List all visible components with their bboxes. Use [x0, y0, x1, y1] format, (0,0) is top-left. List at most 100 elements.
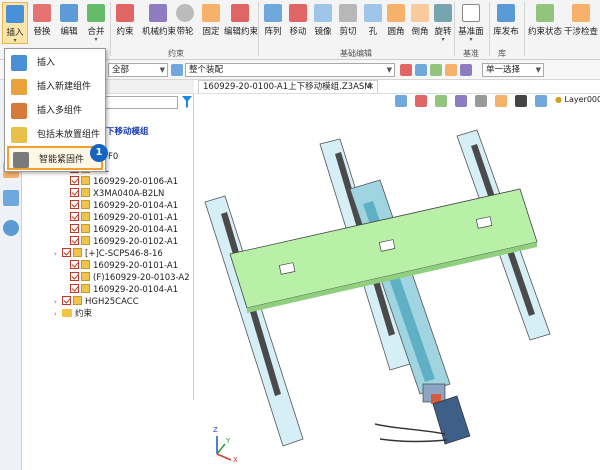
- tree-row[interactable]: 160929-20-0101-A1: [62, 260, 178, 272]
- menu-item-smart-fastener[interactable]: 智能紧固件: [7, 146, 103, 170]
- tree-row-label: 约束: [75, 309, 93, 319]
- rotate-icon: [434, 4, 452, 22]
- group-label-basic-edit: 基础编辑: [340, 49, 372, 58]
- replace-label: 替换: [33, 27, 51, 37]
- tree-row[interactable]: › 约束: [54, 308, 92, 320]
- checkbox-icon[interactable]: [62, 296, 71, 305]
- select-mode-combo[interactable]: 单一选择 ▼: [482, 63, 544, 77]
- menu-item-label: 插入: [37, 58, 56, 68]
- chevron-down-icon: ▾: [441, 36, 445, 43]
- merge-button[interactable]: 合并 ▾: [83, 2, 109, 44]
- cut-button[interactable]: 剪切: [335, 2, 361, 44]
- filter-combo[interactable]: 全部 ▼: [108, 63, 168, 77]
- component-icon: [81, 176, 90, 185]
- checkbox-icon[interactable]: [70, 200, 79, 209]
- checkbox-icon[interactable]: [70, 188, 79, 197]
- menu-item-insert-multiple-components[interactable]: 插入多组件: [7, 99, 103, 123]
- replace-button[interactable]: 替换: [29, 2, 55, 44]
- edge-icon[interactable]: [460, 64, 472, 76]
- datum-plane-button[interactable]: 基准面 ▾: [456, 2, 486, 44]
- replace-icon: [33, 4, 51, 22]
- mirror-icon: [314, 4, 332, 22]
- rotate-button[interactable]: 旋转 ▾: [430, 2, 456, 44]
- filter-icon[interactable]: [182, 96, 192, 108]
- document-tab-title: 160929-20-0100-A1上下移动模组.Z3ASM: [203, 82, 372, 92]
- 3d-viewport[interactable]: ● Layer0000 Z X Y: [195, 93, 600, 470]
- pick-filter-icon[interactable]: [400, 64, 412, 76]
- checkbox-icon[interactable]: [70, 272, 79, 281]
- mirror-button[interactable]: 镜像: [310, 2, 336, 44]
- constraint-status-button[interactable]: 约束状态: [528, 2, 562, 44]
- edit-button[interactable]: 编辑: [56, 2, 82, 44]
- expand-icon[interactable]: ›: [54, 296, 62, 308]
- tree-search-input[interactable]: [100, 96, 178, 109]
- tree-row-label: 160929-20-0104-A1: [93, 225, 179, 235]
- checkbox-icon[interactable]: [70, 176, 79, 185]
- fillet-icon: [387, 4, 405, 22]
- expand-icon[interactable]: ›: [54, 248, 62, 260]
- smart-fastener-icon: [13, 152, 29, 168]
- tree-row-label: 160929-20-0102-A1: [93, 237, 179, 247]
- grid-icon[interactable]: [430, 64, 442, 76]
- close-icon[interactable]: ✕: [367, 81, 374, 93]
- pattern-button[interactable]: 阵列: [260, 2, 286, 44]
- fix-button[interactable]: 固定: [198, 2, 224, 44]
- tree-row-label: [+]C-SCPS46-8-16: [85, 249, 163, 259]
- checkbox-icon[interactable]: [70, 284, 79, 293]
- tree-row-label: (F)160929-20-0103-A2: [93, 273, 190, 283]
- checkbox-icon[interactable]: [70, 236, 79, 245]
- tree-row[interactable]: 160929-20-0104-A1: [62, 284, 178, 296]
- tree-row[interactable]: (F)160929-20-0103-A2: [62, 272, 190, 284]
- component-icon: [73, 296, 82, 305]
- checkbox-icon[interactable]: [70, 212, 79, 221]
- mirror-label: 镜像: [314, 27, 332, 37]
- tree-row[interactable]: 160929-20-0104-A1: [62, 224, 178, 236]
- pulley-button[interactable]: 带轮: [172, 2, 198, 44]
- scope-combo-value: 整个装配: [189, 65, 224, 75]
- move-button[interactable]: 移动: [285, 2, 311, 44]
- tree-row[interactable]: 160929-20-0102-A1: [62, 236, 178, 248]
- tree-row[interactable]: › [+]C-SCPS46-8-16: [54, 248, 163, 260]
- include-unplaced-components-icon: [11, 127, 27, 143]
- chevron-down-icon: ▼: [386, 66, 392, 74]
- scope-combo[interactable]: 整个装配 ▼: [185, 63, 395, 77]
- fix-label: 固定: [202, 27, 220, 37]
- checkbox-icon[interactable]: [70, 224, 79, 233]
- z-axis-label: Z: [213, 426, 218, 434]
- snap-icon[interactable]: [415, 64, 427, 76]
- tree-row-text: F0: [108, 152, 119, 162]
- checkbox-icon[interactable]: [70, 260, 79, 269]
- checkbox-icon[interactable]: [62, 248, 71, 257]
- expand-icon[interactable]: ›: [54, 308, 62, 320]
- pulley-label: 带轮: [176, 27, 194, 37]
- menu-item-include-unplaced-components[interactable]: 包括未放置组件: [7, 123, 103, 147]
- group-label-constraint: 约束: [168, 49, 184, 58]
- document-tab[interactable]: 160929-20-0100-A1上下移动模组.Z3ASM ✕: [198, 80, 378, 93]
- tree-row[interactable]: X3MA040A-B2LN: [62, 188, 164, 200]
- group-separator: [110, 2, 111, 56]
- edit-constraint-button[interactable]: 编辑约束: [224, 2, 258, 44]
- tree-row[interactable]: 160929-20-0104-A1: [62, 200, 178, 212]
- edit-icon: [60, 4, 78, 22]
- tree-row[interactable]: › HGH25CACC: [54, 296, 139, 308]
- menu-item-insert-new-component[interactable]: 插入新建组件: [7, 75, 103, 99]
- library-publish-button[interactable]: 库发布: [491, 2, 521, 44]
- component-icon: [81, 188, 90, 197]
- mechanical-constraint-button[interactable]: 机械约束: [142, 2, 176, 44]
- insert-button[interactable]: 插入 ▾: [2, 2, 28, 44]
- x-axis-label: X: [233, 456, 238, 464]
- image-icon[interactable]: [3, 190, 19, 206]
- fillet-label: 圆角: [387, 27, 405, 37]
- fillet-button[interactable]: 圆角: [383, 2, 409, 44]
- tree-row[interactable]: 160929-20-0101-A1: [62, 212, 178, 224]
- menu-item-insert[interactable]: 插入: [7, 51, 103, 75]
- user-icon[interactable]: [3, 220, 19, 236]
- datum-plane-icon: [462, 4, 480, 22]
- vertex-icon[interactable]: [445, 64, 457, 76]
- tree-row[interactable]: 160929-20-0106-A1: [62, 176, 178, 188]
- servo-motor: [432, 395, 471, 445]
- insert-component-icon: [11, 55, 27, 71]
- constraint-button[interactable]: 约束: [112, 2, 138, 44]
- interference-check-button[interactable]: 干涉检查: [564, 2, 598, 44]
- group-separator: [454, 2, 455, 56]
